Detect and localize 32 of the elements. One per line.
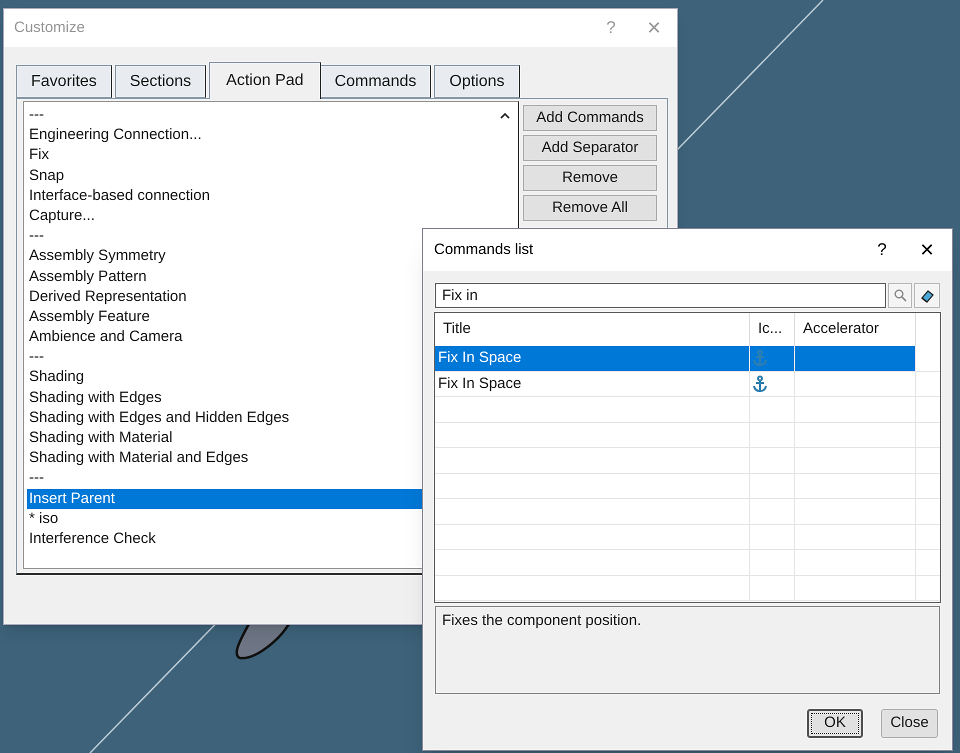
tab[interactable]: Commands [320,65,432,98]
search-field[interactable]: Fix in [435,283,886,308]
close-button[interactable]: ✕ [902,236,952,264]
eraser-icon [919,288,935,304]
window-title: Commands list [434,240,534,260]
table-cell-text: Fix In Space [437,348,522,368]
tab[interactable]: Sections [114,65,206,98]
list-item[interactable]: --- [27,105,492,126]
button[interactable]: Close [881,709,938,738]
clear-button[interactable] [914,283,940,308]
list-item[interactable]: Interface-based connection [27,186,492,206]
list-item[interactable]: Snap [27,166,492,186]
list-item[interactable]: Fix [27,145,492,166]
search-icon [894,289,906,302]
button[interactable]: Add Separator [523,135,657,161]
window-title: Customize [14,18,85,38]
list-item[interactable]: Engineering Connection... [27,125,492,146]
button[interactable]: OK [807,709,863,738]
tab[interactable]: Options [434,65,520,98]
list-item[interactable]: Capture... [27,206,492,226]
button[interactable]: Remove All [523,195,657,221]
anchor-icon [752,374,768,393]
tab[interactable]: Favorites [16,65,112,98]
button[interactable]: Add Commands [523,105,657,131]
table-cell-text: Fix In Space [437,374,522,394]
scroll-up-icon[interactable] [500,112,510,119]
help-button[interactable]: ? [862,237,902,263]
description-text: Fixes the component position. [442,612,642,629]
tab[interactable]: Action Pad [209,62,321,99]
anchor-icon [752,349,768,368]
button[interactable]: Remove [523,165,657,191]
table-row[interactable]: Fix In Space [435,372,940,397]
